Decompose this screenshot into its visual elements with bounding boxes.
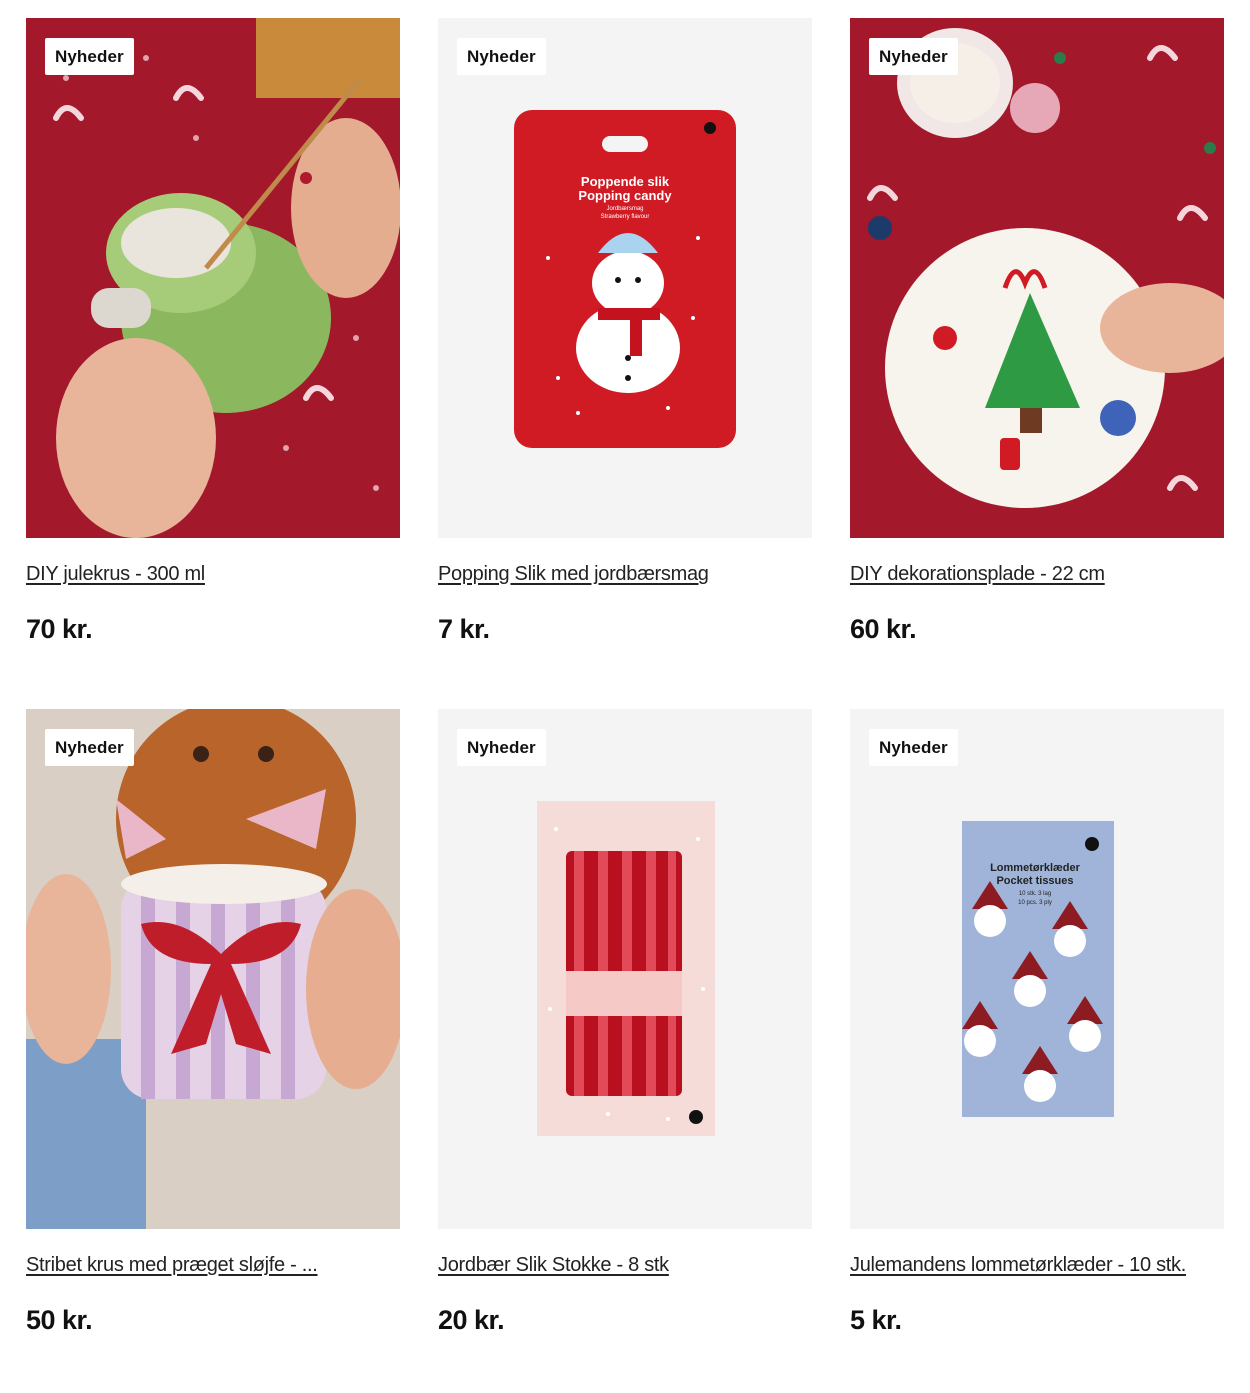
- striped-mug-photo: [26, 709, 400, 1229]
- product-card-dekorationsplade[interactable]: Nyheder DIY dekorationsplade - 22 cm 60 …: [850, 18, 1224, 644]
- product-card-diy-julekrus[interactable]: Nyheder DIY julekrus - 300 ml 70 kr.: [26, 18, 400, 644]
- new-badge: Nyheder: [45, 38, 134, 75]
- product-card-popping-slik[interactable]: Poppende slik Popping candy Jordbærsmag …: [438, 18, 812, 644]
- product-image[interactable]: Lommetørklæder Pocket tissues 10 stk. 3 …: [850, 709, 1224, 1229]
- product-title-link[interactable]: Popping Slik med jordbærsmag: [438, 563, 812, 586]
- package-line1: Lommetørklæder: [990, 862, 1081, 874]
- product-card-stribet-krus[interactable]: Nyheder Stribet krus med præget sløjfe -…: [26, 709, 400, 1335]
- product-title-link[interactable]: Stribet krus med præget sløjfe - ...: [26, 1254, 400, 1277]
- new-badge: Nyheder: [457, 729, 546, 766]
- new-badge: Nyheder: [457, 38, 546, 75]
- product-title-link[interactable]: Julemandens lommetørklæder - 10 stk.: [850, 1254, 1224, 1277]
- product-image[interactable]: Nyheder: [26, 709, 400, 1229]
- product-image[interactable]: Nyheder: [26, 18, 400, 538]
- candy-cane-box: [537, 801, 715, 1136]
- painted-plate-photo: [850, 18, 1224, 538]
- package-line1: Poppende slik: [581, 174, 670, 189]
- product-grid: Nyheder DIY julekrus - 300 ml 70 kr. Pop…: [0, 0, 1250, 1393]
- product-price: 5 kr.: [850, 1305, 902, 1335]
- product-image[interactable]: Nyheder: [850, 18, 1224, 538]
- product-price: 20 kr.: [438, 1305, 505, 1335]
- product-card-lommetoerklaeder[interactable]: Lommetørklæder Pocket tissues 10 stk. 3 …: [850, 709, 1224, 1335]
- new-badge: Nyheder: [869, 38, 958, 75]
- product-title-link[interactable]: DIY julekrus - 300 ml: [26, 563, 400, 586]
- package-line2: Pocket tissues: [996, 875, 1073, 887]
- product-price: 70 kr.: [26, 614, 93, 644]
- package-line3: 10 stk. 3 lag: [1019, 891, 1051, 897]
- painting-mug-photo: [26, 18, 400, 538]
- product-card-jordbaer-slik-stokke[interactable]: Nyheder Jordbær Slik Stokke - 8 stk 20 k…: [438, 709, 812, 1335]
- package-line4: Strawberry flavour: [601, 214, 650, 220]
- product-image[interactable]: Poppende slik Popping candy Jordbærsmag …: [438, 18, 812, 538]
- new-badge: Nyheder: [45, 729, 134, 766]
- product-image[interactable]: Nyheder: [438, 709, 812, 1229]
- package-line3: Jordbærsmag: [606, 206, 643, 212]
- package-line2: Popping candy: [578, 188, 672, 203]
- product-price: 60 kr.: [850, 614, 917, 644]
- new-badge: Nyheder: [869, 729, 958, 766]
- pocket-tissues-package: Lommetørklæder Pocket tissues 10 stk. 3 …: [962, 821, 1114, 1117]
- popping-candy-package: Poppende slik Popping candy Jordbærsmag …: [514, 110, 736, 448]
- product-title-link[interactable]: DIY dekorationsplade - 22 cm: [850, 563, 1224, 586]
- product-price: 7 kr.: [438, 614, 490, 644]
- product-price: 50 kr.: [26, 1305, 93, 1335]
- package-line4: 10 pcs. 3 ply: [1018, 900, 1052, 906]
- product-title-link[interactable]: Jordbær Slik Stokke - 8 stk: [438, 1254, 812, 1277]
